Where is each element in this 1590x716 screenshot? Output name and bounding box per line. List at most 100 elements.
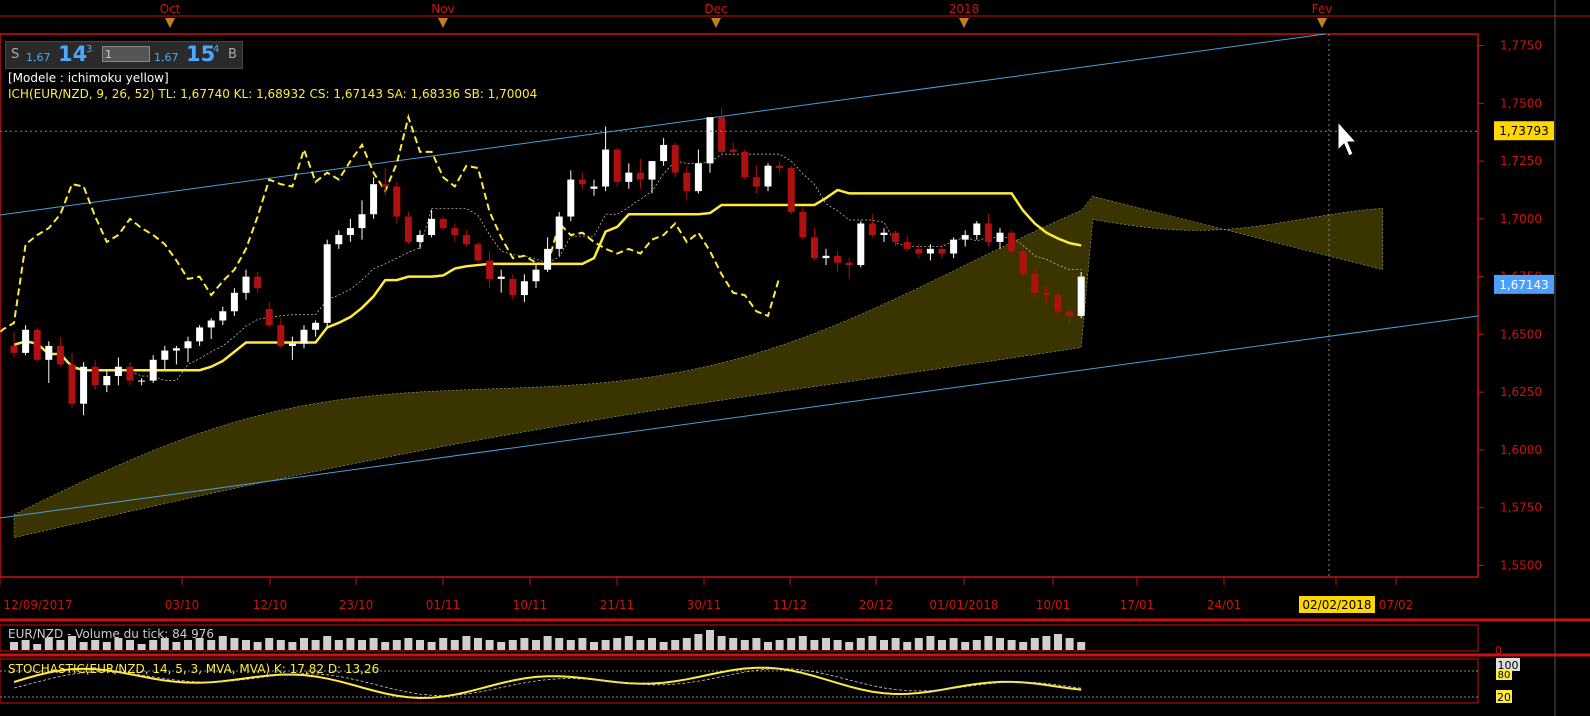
candle-body[interactable] bbox=[602, 149, 610, 187]
candle-body[interactable] bbox=[1019, 251, 1027, 275]
candle-body[interactable] bbox=[996, 232, 1004, 242]
candle-body[interactable] bbox=[926, 248, 934, 254]
candle-body[interactable] bbox=[961, 235, 969, 240]
candle-body[interactable] bbox=[984, 223, 992, 242]
candle-body[interactable] bbox=[33, 329, 41, 360]
candle-body[interactable] bbox=[346, 228, 354, 236]
candle-body[interactable] bbox=[230, 292, 238, 312]
candle-body[interactable] bbox=[103, 375, 111, 386]
candle-body[interactable] bbox=[161, 350, 169, 360]
candle-body[interactable] bbox=[880, 232, 888, 236]
candle-body[interactable] bbox=[729, 149, 737, 152]
candle-body[interactable] bbox=[265, 308, 273, 326]
candle-body[interactable] bbox=[787, 168, 795, 212]
candle-body[interactable] bbox=[741, 151, 749, 178]
chart-canvas[interactable]: Oct Nov Dec 2018 Fev 1,7750 1,7500 1,7250 1,7000… bbox=[0, 0, 1590, 716]
buy-label[interactable]: B bbox=[228, 47, 237, 62]
candle-body[interactable] bbox=[903, 241, 911, 249]
candle-body[interactable] bbox=[590, 186, 598, 189]
candle-body[interactable] bbox=[613, 149, 621, 182]
candle-body[interactable] bbox=[56, 345, 64, 365]
candle-body[interactable] bbox=[358, 214, 366, 229]
candle-body[interactable] bbox=[567, 179, 575, 217]
candle-body[interactable] bbox=[138, 380, 146, 382]
candle-body[interactable] bbox=[764, 165, 772, 187]
ask-price-sup[interactable]: 4 bbox=[213, 44, 219, 55]
candle-body[interactable] bbox=[404, 216, 412, 242]
candle-body[interactable] bbox=[1042, 292, 1050, 296]
candle-body[interactable] bbox=[683, 172, 691, 192]
candle-body[interactable] bbox=[938, 248, 946, 254]
candle-body[interactable] bbox=[288, 343, 296, 346]
candle-body[interactable] bbox=[462, 235, 470, 245]
candle-body[interactable] bbox=[1077, 276, 1085, 316]
candle-body[interactable] bbox=[277, 325, 285, 346]
candle-body[interactable] bbox=[660, 144, 668, 162]
candle-body[interactable] bbox=[416, 235, 424, 242]
candle-body[interactable] bbox=[648, 161, 656, 180]
candle-body[interactable] bbox=[718, 117, 726, 152]
candle-body[interactable] bbox=[184, 341, 192, 349]
candle-body[interactable] bbox=[323, 244, 331, 323]
candle-body[interactable] bbox=[80, 366, 88, 404]
candle-body[interactable] bbox=[776, 165, 784, 169]
candle-body[interactable] bbox=[219, 311, 227, 321]
candle-body[interactable] bbox=[636, 172, 644, 180]
candle-body[interactable] bbox=[752, 177, 760, 187]
candle-body[interactable] bbox=[172, 348, 180, 351]
candle-body[interactable] bbox=[1008, 232, 1016, 252]
candle-body[interactable] bbox=[915, 248, 923, 254]
sell-label[interactable]: S bbox=[11, 47, 19, 62]
candle-body[interactable] bbox=[474, 244, 482, 261]
candle-body[interactable] bbox=[428, 218, 436, 236]
candle-body[interactable] bbox=[810, 237, 818, 259]
candle-body[interactable] bbox=[892, 232, 900, 242]
quantity-input[interactable]: 1 bbox=[102, 46, 150, 62]
candle-body[interactable] bbox=[1066, 311, 1074, 316]
candle-body[interactable] bbox=[335, 235, 343, 245]
candle-body[interactable] bbox=[834, 255, 842, 263]
candle-body[interactable] bbox=[555, 216, 563, 249]
candle-body[interactable] bbox=[114, 366, 122, 376]
candle-body[interactable] bbox=[706, 117, 714, 164]
candle-body[interactable] bbox=[845, 262, 853, 266]
candle-body[interactable] bbox=[950, 239, 958, 254]
candle-body[interactable] bbox=[254, 276, 262, 289]
candle-body[interactable] bbox=[439, 218, 447, 229]
candle-body[interactable] bbox=[625, 172, 633, 182]
candle-body[interactable] bbox=[486, 260, 494, 279]
candle-body[interactable] bbox=[509, 278, 517, 296]
candle-body[interactable] bbox=[822, 255, 830, 259]
candle-body[interactable] bbox=[196, 327, 204, 342]
candle-body[interactable] bbox=[1031, 274, 1039, 293]
candle-body[interactable] bbox=[671, 144, 679, 173]
candle-body[interactable] bbox=[532, 269, 540, 282]
candle-body[interactable] bbox=[857, 223, 865, 266]
candle-body[interactable] bbox=[312, 322, 320, 330]
candle-body[interactable] bbox=[451, 228, 459, 236]
candle-body[interactable] bbox=[544, 248, 552, 270]
candle-body[interactable] bbox=[10, 345, 18, 353]
ask-price-big[interactable]: 15 bbox=[186, 42, 215, 66]
candle-body[interactable] bbox=[799, 211, 807, 238]
candle-body[interactable] bbox=[868, 223, 876, 236]
candle-body[interactable] bbox=[497, 276, 505, 279]
candle-body[interactable] bbox=[45, 345, 53, 360]
bid-price-sup[interactable]: 3 bbox=[86, 44, 92, 55]
candle-body[interactable] bbox=[22, 329, 30, 353]
candle-body[interactable] bbox=[207, 320, 215, 328]
bid-price-big[interactable]: 14 bbox=[58, 42, 87, 66]
bid-price-small[interactable]: 1,67 bbox=[26, 51, 51, 64]
candle-body[interactable] bbox=[393, 186, 401, 217]
candle-body[interactable] bbox=[300, 329, 308, 344]
candle-body[interactable] bbox=[126, 366, 134, 381]
candle-body[interactable] bbox=[381, 184, 389, 187]
candle-body[interactable] bbox=[370, 184, 378, 215]
candle-body[interactable] bbox=[973, 223, 981, 236]
candle-body[interactable] bbox=[694, 163, 702, 192]
candle-body[interactable] bbox=[149, 359, 157, 381]
candle-body[interactable] bbox=[68, 364, 76, 404]
candle-body[interactable] bbox=[242, 276, 250, 293]
candle-body[interactable] bbox=[1054, 295, 1062, 312]
candle-body[interactable] bbox=[91, 366, 99, 386]
